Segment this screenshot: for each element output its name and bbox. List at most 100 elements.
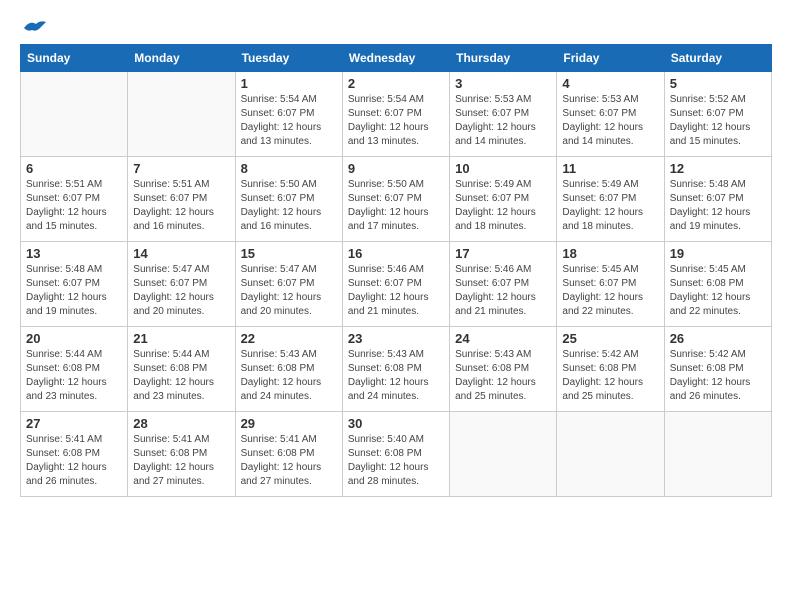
- cell-info: Sunrise: 5:52 AM Sunset: 6:07 PM Dayligh…: [670, 93, 766, 149]
- calendar-header-row: SundayMondayTuesdayWednesdayThursdayFrid…: [21, 45, 772, 72]
- cell-info: Sunrise: 5:48 AM Sunset: 6:07 PM Dayligh…: [26, 263, 122, 319]
- calendar-cell: 1Sunrise: 5:54 AM Sunset: 6:07 PM Daylig…: [235, 72, 342, 157]
- col-header-monday: Monday: [128, 45, 235, 72]
- cell-info: Sunrise: 5:45 AM Sunset: 6:08 PM Dayligh…: [670, 263, 766, 319]
- calendar-week-row: 1 Sunrise: 5:54 AM Sunset: 6:07 PM Daylig…: [21, 72, 772, 157]
- day-number: 2: [348, 76, 444, 91]
- day-number: 15: [241, 246, 337, 261]
- cell-info: Sunrise: 5:49 AM Sunset: 6:07 PM Dayligh…: [562, 178, 658, 234]
- calendar-cell: 13 Sunrise: 5:48 AM Sunset: 6:07 PM Dayli…: [21, 242, 128, 327]
- col-header-saturday: Saturday: [664, 45, 771, 72]
- calendar-cell: 18Sunrise: 5:45 AM Sunset: 6:07 PM Dayli…: [557, 242, 664, 327]
- col-header-thursday: Thursday: [450, 45, 557, 72]
- day-number: 23: [348, 331, 444, 346]
- calendar-cell: 8 Sunrise: 5:50 AM Sunset: 6:07 PM Daylig…: [235, 157, 342, 242]
- calendar-cell: [664, 412, 771, 497]
- day-number: 29: [241, 416, 337, 431]
- calendar-week-row: 13 Sunrise: 5:48 AM Sunset: 6:07 PM Dayli…: [21, 242, 772, 327]
- day-number: 25: [562, 331, 658, 346]
- cell-info: Sunrise: 5:47 AM Sunset: 6:07 PM Dayligh…: [133, 263, 229, 319]
- calendar-cell: 3 Sunrise: 5:53 AM Sunset: 6:07 PM Daylig…: [450, 72, 557, 157]
- calendar-week-row: 20 Sunrise: 5:44 AM Sunset: 6:08 PM Dayli…: [21, 327, 772, 412]
- calendar-cell: [557, 412, 664, 497]
- cell-info: Sunrise: 5:44 AM Sunset: 6:08 PM Dayligh…: [26, 348, 122, 404]
- calendar-cell: [21, 72, 128, 157]
- calendar-cell: 23 Sunrise: 5:43 AM Sunset: 6:08 PM Dayli…: [342, 327, 449, 412]
- cell-info: Sunrise: 5:54 AM Sunset: 6:07 PM Dayligh…: [348, 93, 444, 149]
- cell-info: Sunrise: 5:47 AM Sunset: 6:07 PM Dayligh…: [241, 263, 337, 319]
- cell-info: Sunrise: 5:42 AM Sunset: 6:08 PM Dayligh…: [670, 348, 766, 404]
- calendar-cell: 27 Sunrise: 5:41 AM Sunset: 6:08 PM Dayli…: [21, 412, 128, 497]
- day-number: 18: [562, 246, 658, 261]
- calendar-cell: 12 Sunrise: 5:48 AM Sunset: 6:07 PM Dayli…: [664, 157, 771, 242]
- day-number: 11: [562, 161, 658, 176]
- day-number: 1: [241, 76, 337, 91]
- cell-info: Sunrise: 5:46 AM Sunset: 6:07 PM Dayligh…: [455, 263, 551, 319]
- calendar-cell: 25 Sunrise: 5:42 AM Sunset: 6:08 PM Dayli…: [557, 327, 664, 412]
- day-number: 6: [26, 161, 122, 176]
- cell-info: Sunrise: 5:49 AM Sunset: 6:07 PM Dayligh…: [455, 178, 551, 234]
- cell-info: Sunrise: 5:41 AM Sunset: 6:08 PM Dayligh…: [26, 433, 122, 489]
- cell-info: Sunrise: 5:51 AM Sunset: 6:07 PM Dayligh…: [26, 178, 122, 234]
- calendar-cell: 20 Sunrise: 5:44 AM Sunset: 6:08 PM Dayli…: [21, 327, 128, 412]
- cell-info: Sunrise: 5:53 AM Sunset: 6:07 PM Dayligh…: [562, 93, 658, 149]
- cell-info: Sunrise: 5:44 AM Sunset: 6:08 PM Dayligh…: [133, 348, 229, 404]
- logo: [20, 20, 48, 34]
- calendar-cell: 16 Sunrise: 5:46 AM Sunset: 6:07 PM Dayli…: [342, 242, 449, 327]
- calendar-cell: 5Sunrise: 5:52 AM Sunset: 6:07 PM Daylig…: [664, 72, 771, 157]
- day-number: 14: [133, 246, 229, 261]
- day-number: 21: [133, 331, 229, 346]
- cell-info: Sunrise: 5:43 AM Sunset: 6:08 PM Dayligh…: [241, 348, 337, 404]
- day-number: 27: [26, 416, 122, 431]
- col-header-tuesday: Tuesday: [235, 45, 342, 72]
- day-number: 12: [670, 161, 766, 176]
- cell-info: Sunrise: 5:43 AM Sunset: 6:08 PM Dayligh…: [348, 348, 444, 404]
- cell-info: Sunrise: 5:42 AM Sunset: 6:08 PM Dayligh…: [562, 348, 658, 404]
- calendar-week-row: 27 Sunrise: 5:41 AM Sunset: 6:08 PM Dayli…: [21, 412, 772, 497]
- page-header: [20, 20, 772, 34]
- calendar-cell: 29 Sunrise: 5:41 AM Sunset: 6:08 PM Dayli…: [235, 412, 342, 497]
- calendar-cell: 22 Sunrise: 5:43 AM Sunset: 6:08 PM Dayli…: [235, 327, 342, 412]
- day-number: 13: [26, 246, 122, 261]
- day-number: 7: [133, 161, 229, 176]
- cell-info: Sunrise: 5:41 AM Sunset: 6:08 PM Dayligh…: [133, 433, 229, 489]
- day-number: 20: [26, 331, 122, 346]
- calendar-cell: 10 Sunrise: 5:49 AM Sunset: 6:07 PM Dayli…: [450, 157, 557, 242]
- calendar-cell: 9Sunrise: 5:50 AM Sunset: 6:07 PM Daylig…: [342, 157, 449, 242]
- day-number: 8: [241, 161, 337, 176]
- calendar-cell: 15 Sunrise: 5:47 AM Sunset: 6:07 PM Dayli…: [235, 242, 342, 327]
- cell-info: Sunrise: 5:48 AM Sunset: 6:07 PM Dayligh…: [670, 178, 766, 234]
- day-number: 28: [133, 416, 229, 431]
- logo-bird-icon: [22, 18, 48, 38]
- day-number: 30: [348, 416, 444, 431]
- day-number: 19: [670, 246, 766, 261]
- day-number: 4: [562, 76, 658, 91]
- day-number: 10: [455, 161, 551, 176]
- calendar-cell: 24Sunrise: 5:43 AM Sunset: 6:08 PM Dayli…: [450, 327, 557, 412]
- cell-info: Sunrise: 5:50 AM Sunset: 6:07 PM Dayligh…: [241, 178, 337, 234]
- day-number: 22: [241, 331, 337, 346]
- day-number: 26: [670, 331, 766, 346]
- cell-info: Sunrise: 5:53 AM Sunset: 6:07 PM Dayligh…: [455, 93, 551, 149]
- cell-info: Sunrise: 5:46 AM Sunset: 6:07 PM Dayligh…: [348, 263, 444, 319]
- calendar-cell: 28 Sunrise: 5:41 AM Sunset: 6:08 PM Dayli…: [128, 412, 235, 497]
- day-number: 16: [348, 246, 444, 261]
- calendar-cell: 7 Sunrise: 5:51 AM Sunset: 6:07 PM Daylig…: [128, 157, 235, 242]
- calendar-cell: [450, 412, 557, 497]
- day-number: 9: [348, 161, 444, 176]
- calendar-cell: 21 Sunrise: 5:44 AM Sunset: 6:08 PM Dayli…: [128, 327, 235, 412]
- col-header-friday: Friday: [557, 45, 664, 72]
- calendar-week-row: 6 Sunrise: 5:51 AM Sunset: 6:07 PM Daylig…: [21, 157, 772, 242]
- day-number: 17: [455, 246, 551, 261]
- calendar-cell: 2 Sunrise: 5:54 AM Sunset: 6:07 PM Daylig…: [342, 72, 449, 157]
- calendar-cell: 19 Sunrise: 5:45 AM Sunset: 6:08 PM Dayli…: [664, 242, 771, 327]
- cell-info: Sunrise: 5:40 AM Sunset: 6:08 PM Dayligh…: [348, 433, 444, 489]
- day-number: 3: [455, 76, 551, 91]
- calendar-cell: 17 Sunrise: 5:46 AM Sunset: 6:07 PM Dayli…: [450, 242, 557, 327]
- calendar-cell: 11 Sunrise: 5:49 AM Sunset: 6:07 PM Dayli…: [557, 157, 664, 242]
- calendar-cell: [128, 72, 235, 157]
- cell-info: Sunrise: 5:41 AM Sunset: 6:08 PM Dayligh…: [241, 433, 337, 489]
- calendar-cell: 6 Sunrise: 5:51 AM Sunset: 6:07 PM Daylig…: [21, 157, 128, 242]
- cell-info: Sunrise: 5:51 AM Sunset: 6:07 PM Dayligh…: [133, 178, 229, 234]
- calendar-cell: 14 Sunrise: 5:47 AM Sunset: 6:07 PM Dayli…: [128, 242, 235, 327]
